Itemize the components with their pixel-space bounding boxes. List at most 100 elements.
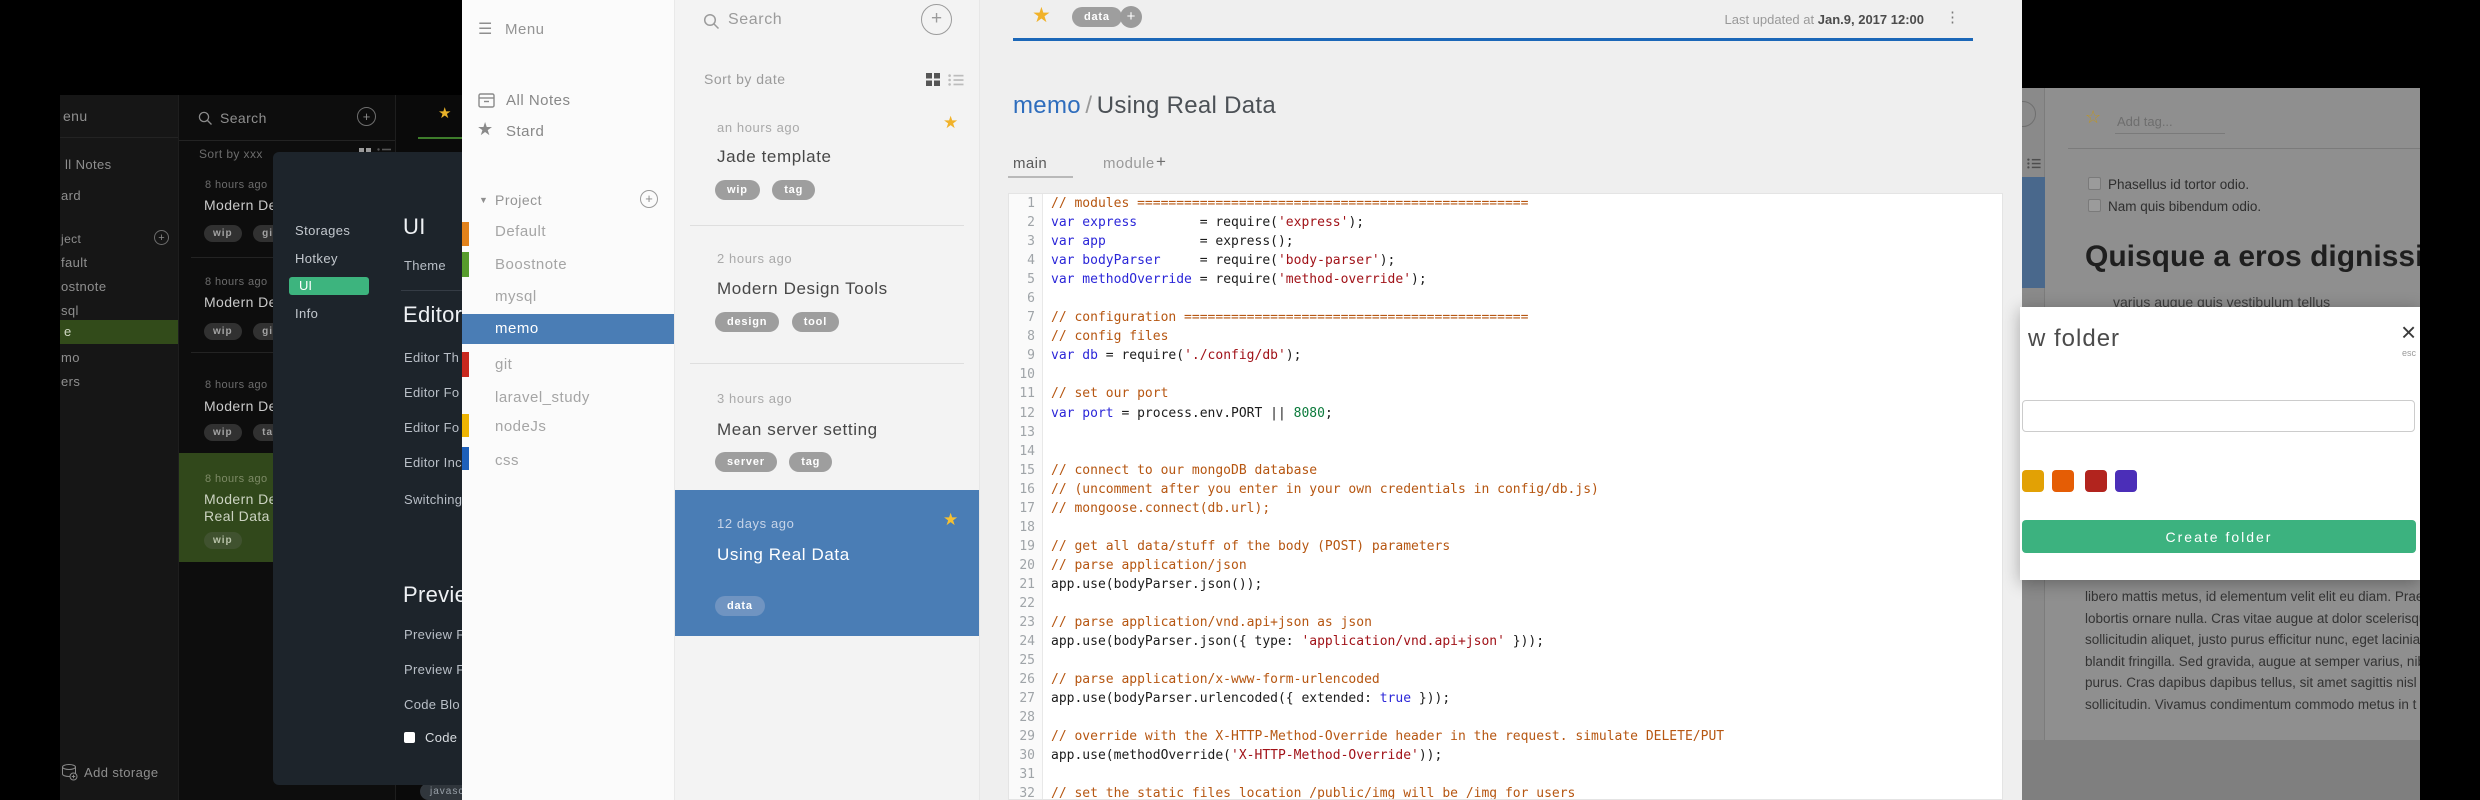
note-card-selected[interactable]: 12 days ago ★ Using Real Data data [675, 490, 979, 636]
star-outline-icon[interactable]: ☆ [2085, 107, 2101, 128]
hamburger-icon[interactable]: ☰ [478, 19, 492, 39]
add-storage-button[interactable]: Add storage [84, 765, 159, 780]
sidebar-folder-default[interactable]: Default [495, 223, 546, 240]
color-swatch[interactable] [2115, 470, 2137, 492]
dark-starred[interactable]: ard [61, 188, 81, 203]
dark-folder[interactable]: sql [61, 303, 179, 318]
color-swatch[interactable] [2085, 470, 2107, 492]
code-line: 4 var bodyParser = require('body-parser')… [1009, 251, 2002, 271]
star-icon[interactable]: ★ [1032, 3, 1051, 28]
add-tab-button[interactable]: + [1156, 152, 1166, 172]
settings-nav-storages[interactable]: Storages [295, 223, 350, 238]
color-swatch[interactable] [2052, 470, 2074, 492]
settings-item-editor-indent[interactable]: Editor Inc [404, 455, 462, 470]
star-icon[interactable]: ★ [943, 510, 958, 530]
dark-sort-control[interactable]: Sort by xxx [199, 147, 263, 161]
tag-pill: wip [715, 180, 760, 200]
close-icon[interactable]: × [2401, 317, 2416, 348]
sidebar-item-all-notes[interactable]: All Notes [506, 92, 571, 109]
add-folder-button[interactable]: + [640, 190, 658, 208]
tag-pill[interactable]: data [1072, 7, 1122, 27]
dark-add-folder-button[interactable]: + [154, 230, 169, 245]
dark-folder-selected[interactable]: e [60, 320, 178, 344]
sidebar-folder-css[interactable]: css [495, 452, 519, 469]
settings-item-switching[interactable]: Switching [404, 492, 462, 507]
checkbox-label[interactable]: Phasellus id tortor odio. [2108, 177, 2249, 192]
add-tag-input[interactable]: Add tag... [2117, 114, 2173, 129]
sidebar-folder-git[interactable]: git [495, 356, 512, 373]
settings-item-preview-font[interactable]: Preview F [404, 627, 462, 642]
settings-item-theme[interactable]: Theme [404, 258, 446, 273]
note-tags: wip [204, 530, 249, 549]
grid-view-icon[interactable] [926, 73, 941, 86]
search-input[interactable]: Search [728, 11, 782, 29]
note-time: 2 hours ago [717, 251, 793, 266]
starred-icon: ★ [477, 119, 494, 139]
star-icon[interactable]: ★ [438, 104, 451, 122]
settings-item-code-checkbox-label[interactable]: Code B [425, 730, 462, 745]
tab-module[interactable]: module [1103, 155, 1155, 172]
dark-active-tab-underline [418, 137, 462, 139]
code-line: 17// mongoose.connect(db.url); [1009, 498, 2002, 518]
new-note-button[interactable]: + [921, 4, 952, 35]
star-icon[interactable]: ★ [943, 113, 958, 133]
tag-pill: wip [204, 424, 242, 441]
breadcrumb: memo / Using Real Data [1013, 92, 1276, 120]
chevron-down-icon[interactable]: ▼ [479, 195, 488, 205]
tab-main-active[interactable]: main [1013, 155, 1047, 172]
settings-panel: Storages Hotkey UI Info UI Theme Editor … [273, 152, 462, 785]
sidebar-folder-mysql[interactable]: mysql [495, 288, 537, 305]
settings-nav-hotkey[interactable]: Hotkey [295, 251, 338, 266]
settings-heading-editor: Editor [403, 302, 462, 327]
list-view-icon[interactable] [948, 74, 964, 86]
tag-pill: design [715, 312, 780, 332]
esc-hint: esc [2402, 348, 2417, 358]
dark-search-input[interactable]: Search [220, 110, 267, 126]
tag-pill: wip [204, 323, 242, 340]
sidebar-folder-laravel-study[interactable]: laravel_study [495, 389, 590, 406]
checkbox[interactable] [2088, 199, 2101, 212]
sort-control[interactable]: Sort by date [704, 71, 786, 87]
note-detail-panel: ★ data + Last updated at Jan.9, 2017 12:… [980, 0, 2022, 800]
more-options-icon[interactable]: ⋮ [1945, 8, 1960, 26]
paragraph-line: sollicitudin aliquet, justo purus effici… [2085, 632, 2420, 647]
note-title: Real Data [204, 508, 270, 524]
settings-item-preview-font2[interactable]: Preview F [404, 662, 462, 677]
settings-item-editor-font2[interactable]: Editor Fo [404, 420, 459, 435]
dark-new-note-button[interactable]: + [357, 107, 376, 126]
menu-label[interactable]: Menu [505, 21, 545, 38]
checkbox[interactable] [2088, 177, 2101, 190]
note-card-selected [2022, 177, 2045, 288]
add-tag-button[interactable]: + [1120, 6, 1142, 28]
settings-nav-ui-selected[interactable]: UI [289, 277, 369, 295]
dark-all-notes[interactable]: ll Notes [65, 157, 112, 172]
settings-nav-info[interactable]: Info [295, 306, 318, 321]
checkbox-checked[interactable] [404, 732, 415, 743]
dark-menu-label[interactable]: enu [63, 108, 88, 124]
code-editor[interactable]: 1// modules ============================… [1008, 193, 2003, 800]
code-line: 5 var methodOverride = require('method-ov… [1009, 270, 2002, 290]
folder-name-input[interactable] [2022, 400, 2415, 432]
sidebar-folder-nodejs[interactable]: nodeJs [495, 418, 546, 435]
divider [179, 140, 395, 141]
last-updated-value: Jan.9, 2017 12:00 [1817, 12, 1924, 27]
sidebar-folder-boostnote[interactable]: Boostnote [495, 256, 567, 273]
settings-item-editor-theme[interactable]: Editor Th [404, 350, 459, 365]
checkbox-label[interactable]: Nam quis bibendum odio. [2108, 199, 2261, 214]
create-folder-button[interactable]: Create folder [2022, 520, 2416, 553]
sidebar-item-starred[interactable]: Stard [506, 123, 544, 140]
settings-item-editor-font[interactable]: Editor Fo [404, 385, 459, 400]
dark-folder[interactable]: mo [61, 350, 179, 365]
code-line: 12 var port = process.env.PORT || 8080; [1009, 403, 2002, 423]
paragraph-line: purus. Cras dapibus dapibus tellus, sit … [2085, 675, 2420, 690]
tag-pill: wip [204, 532, 242, 549]
color-swatch[interactable] [2022, 470, 2044, 492]
sidebar-folder-memo-selected[interactable]: memo [462, 314, 674, 344]
dark-folder[interactable]: ers [61, 374, 179, 389]
code-line: 1// modules ============================… [1009, 194, 2002, 214]
breadcrumb-folder[interactable]: memo [1013, 92, 1081, 119]
dark-folder[interactable]: fault [61, 255, 179, 270]
code-line: 6 [1009, 289, 2002, 309]
dark-folder[interactable]: ostnote [61, 279, 179, 294]
settings-item-code-block[interactable]: Code Blo [404, 697, 460, 712]
